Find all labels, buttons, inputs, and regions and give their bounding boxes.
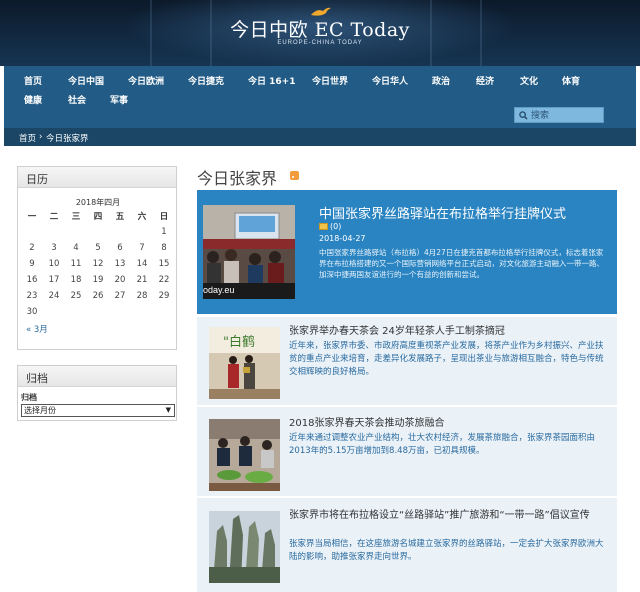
calendar-day: 2 [29, 243, 35, 253]
calendar-day: 30 [26, 307, 38, 317]
breadcrumb-home[interactable]: 首页 [19, 132, 36, 144]
calendar-day: 17 [48, 275, 60, 285]
featured-article-summary: 中国张家界丝路驿站（布拉格）4月27日在捷克首都布拉格举行挂牌仪式，标志着张家界… [319, 248, 604, 279]
nav-item-world[interactable]: 今日世界 [312, 74, 348, 87]
article-item[interactable]: 2018张家界春天茶会推动茶旅融合 近年来通过调整农业产业结构，壮大农村经济，发… [197, 406, 617, 496]
nav-item-home[interactable]: 首页 [24, 74, 42, 87]
featured-article-date: 2018-04-27 [319, 234, 366, 243]
featured-comments[interactable]: (0) [319, 222, 341, 231]
calendar-prev-month-link[interactable]: « 3月 [26, 323, 48, 335]
search-input[interactable] [531, 109, 603, 122]
calendar-day: 28 [136, 291, 148, 301]
calendar-day: 26 [92, 291, 104, 301]
calendar-weekday: 五 [115, 212, 125, 222]
page-title: 今日张家界 [197, 169, 278, 188]
calendar-title: 日历 [18, 167, 176, 188]
archive-label: 归档 [21, 393, 37, 402]
calendar-weekday: 四 [93, 212, 103, 222]
calendar-day: 5 [95, 243, 101, 253]
svg-text:"白鹤: "白鹤 [223, 334, 255, 350]
calendar-day: 24 [48, 291, 60, 301]
nav-item-military[interactable]: 军事 [110, 93, 128, 106]
nav-item-16-plus-1[interactable]: 今日 16+1 [248, 74, 295, 87]
featured-article[interactable]: oday.eu 中国张家界丝路驿站在布拉格举行挂牌仪式 (0) 2018-04-… [197, 190, 617, 314]
comment-icon [319, 223, 328, 230]
calendar-day: 21 [136, 275, 148, 285]
article-title[interactable]: 张家界举办春天茶会 24岁年轻茶人手工制茶摘冠 [289, 325, 609, 338]
calendar-day: 11 [70, 259, 82, 269]
calendar-day: 12 [92, 259, 104, 269]
article-summary: 张家界当局相信，在这座旅游名城建立张家界的丝路驿站，一定会扩大张家界欧洲大陆的影… [289, 539, 604, 562]
archive-title: 归档 [18, 366, 176, 387]
rss-icon[interactable] [290, 171, 299, 180]
calendar-day: 20 [114, 275, 126, 285]
calendar-day: 16 [26, 275, 38, 285]
featured-article-title[interactable]: 中国张家界丝路驿站在布拉格举行挂牌仪式 [319, 203, 609, 222]
featured-image-caption: oday.eu [203, 285, 235, 295]
calendar-widget: 日历 2018年四月 一二三四五六日 1 2 3 4 5 6 7 8 9 10 11 12 13 14 15 1… [17, 166, 177, 350]
calendar-day: 7 [139, 243, 145, 253]
calendar-day: 23 [26, 291, 38, 301]
calendar-day: 8 [161, 243, 167, 253]
nav-item-society[interactable]: 社会 [68, 93, 86, 106]
article-image[interactable] [209, 419, 280, 491]
nav-item-health[interactable]: 健康 [24, 93, 42, 106]
article-image[interactable]: "白鹤 [209, 327, 280, 399]
nav-item-culture[interactable]: 文化 [520, 74, 538, 87]
nav-item-sports[interactable]: 体育 [562, 74, 580, 87]
article-item[interactable]: "白鹤 张家界举办春天茶会 24岁年轻茶人手工制茶摘冠 近年来，张家界市委、市政… [197, 316, 617, 405]
featured-comment-count: (0) [330, 222, 342, 231]
breadcrumb: 首页 › 今日张家界 [4, 128, 636, 146]
calendar-day: 1 [161, 227, 167, 237]
nav-item-china[interactable]: 今日中国 [68, 74, 104, 87]
calendar-weekday: 六 [137, 212, 147, 222]
search-box [514, 107, 604, 123]
search-icon[interactable] [519, 111, 528, 120]
calendar-day: 14 [136, 259, 148, 269]
site-banner: 今日中欧 EC Today EUROPE-CHINA TODAY [0, 0, 640, 66]
calendar-day: 10 [48, 259, 60, 269]
page: 今日中欧 EC Today EUROPE-CHINA TODAY 首页 今日中国… [0, 0, 640, 592]
calendar-day: 9 [29, 259, 35, 269]
calendar-weekday: 一 [27, 212, 37, 222]
breadcrumb-separator: › [39, 132, 43, 142]
featured-article-image[interactable]: oday.eu [203, 205, 295, 299]
article-image[interactable] [209, 511, 280, 583]
archive-select-value: 选择月份 [24, 406, 56, 415]
nav-item-europe[interactable]: 今日欧洲 [128, 74, 164, 87]
article-title[interactable]: 张家界市将在布拉格设立“丝路驿站”推广旅游和“一带一路”倡议宣传 [289, 509, 609, 522]
archive-widget: 归档 归档 选择月份 ▼ [17, 365, 177, 421]
site-subtitle: EUROPE-CHINA TODAY [277, 40, 363, 46]
calendar-caption: 2018年四月 [75, 198, 121, 207]
calendar-day: 19 [92, 275, 104, 285]
article-item[interactable]: 张家界市将在布拉格设立“丝路驿站”推广旅游和“一带一路”倡议宣传 张家界当局相信… [197, 497, 617, 592]
nav-item-politics[interactable]: 政治 [432, 74, 450, 87]
calendar-day: 22 [158, 275, 170, 285]
nav-item-overseas-chinese[interactable]: 今日华人 [372, 74, 408, 87]
calendar-weekday: 日 [159, 212, 169, 222]
site-title[interactable]: 今日中欧 EC Today [0, 15, 640, 42]
calendar-day: 29 [158, 291, 170, 301]
calendar-weekday: 三 [71, 212, 81, 222]
calendar-day: 27 [114, 291, 126, 301]
article-title[interactable]: 2018张家界春天茶会推动茶旅融合 [289, 417, 609, 430]
archive-month-select[interactable]: 选择月份 ▼ [21, 404, 175, 417]
calendar-day: 15 [158, 259, 170, 269]
calendar-weekday: 二 [49, 212, 59, 222]
nav-item-czech[interactable]: 今日捷克 [188, 74, 224, 87]
calendar-day: 13 [114, 259, 126, 269]
article-summary: 近年来通过调整农业产业结构，壮大农村经济，发展茶旅融合，张家界茶园面积由2013… [289, 433, 596, 456]
calendar-day: 4 [73, 243, 79, 253]
calendar-day: 3 [51, 243, 57, 253]
breadcrumb-current: 今日张家界 [46, 134, 89, 144]
calendar-day: 6 [117, 243, 123, 253]
chevron-down-icon: ▼ [165, 406, 171, 414]
nav-item-economy[interactable]: 经济 [476, 74, 494, 87]
calendar-day: 25 [70, 291, 82, 301]
article-summary: 近年来，张家界市委、市政府高度重视茶产业发展，将茶产业作为乡村振兴、产业扶贫的重… [289, 341, 604, 377]
calendar-day: 18 [70, 275, 82, 285]
